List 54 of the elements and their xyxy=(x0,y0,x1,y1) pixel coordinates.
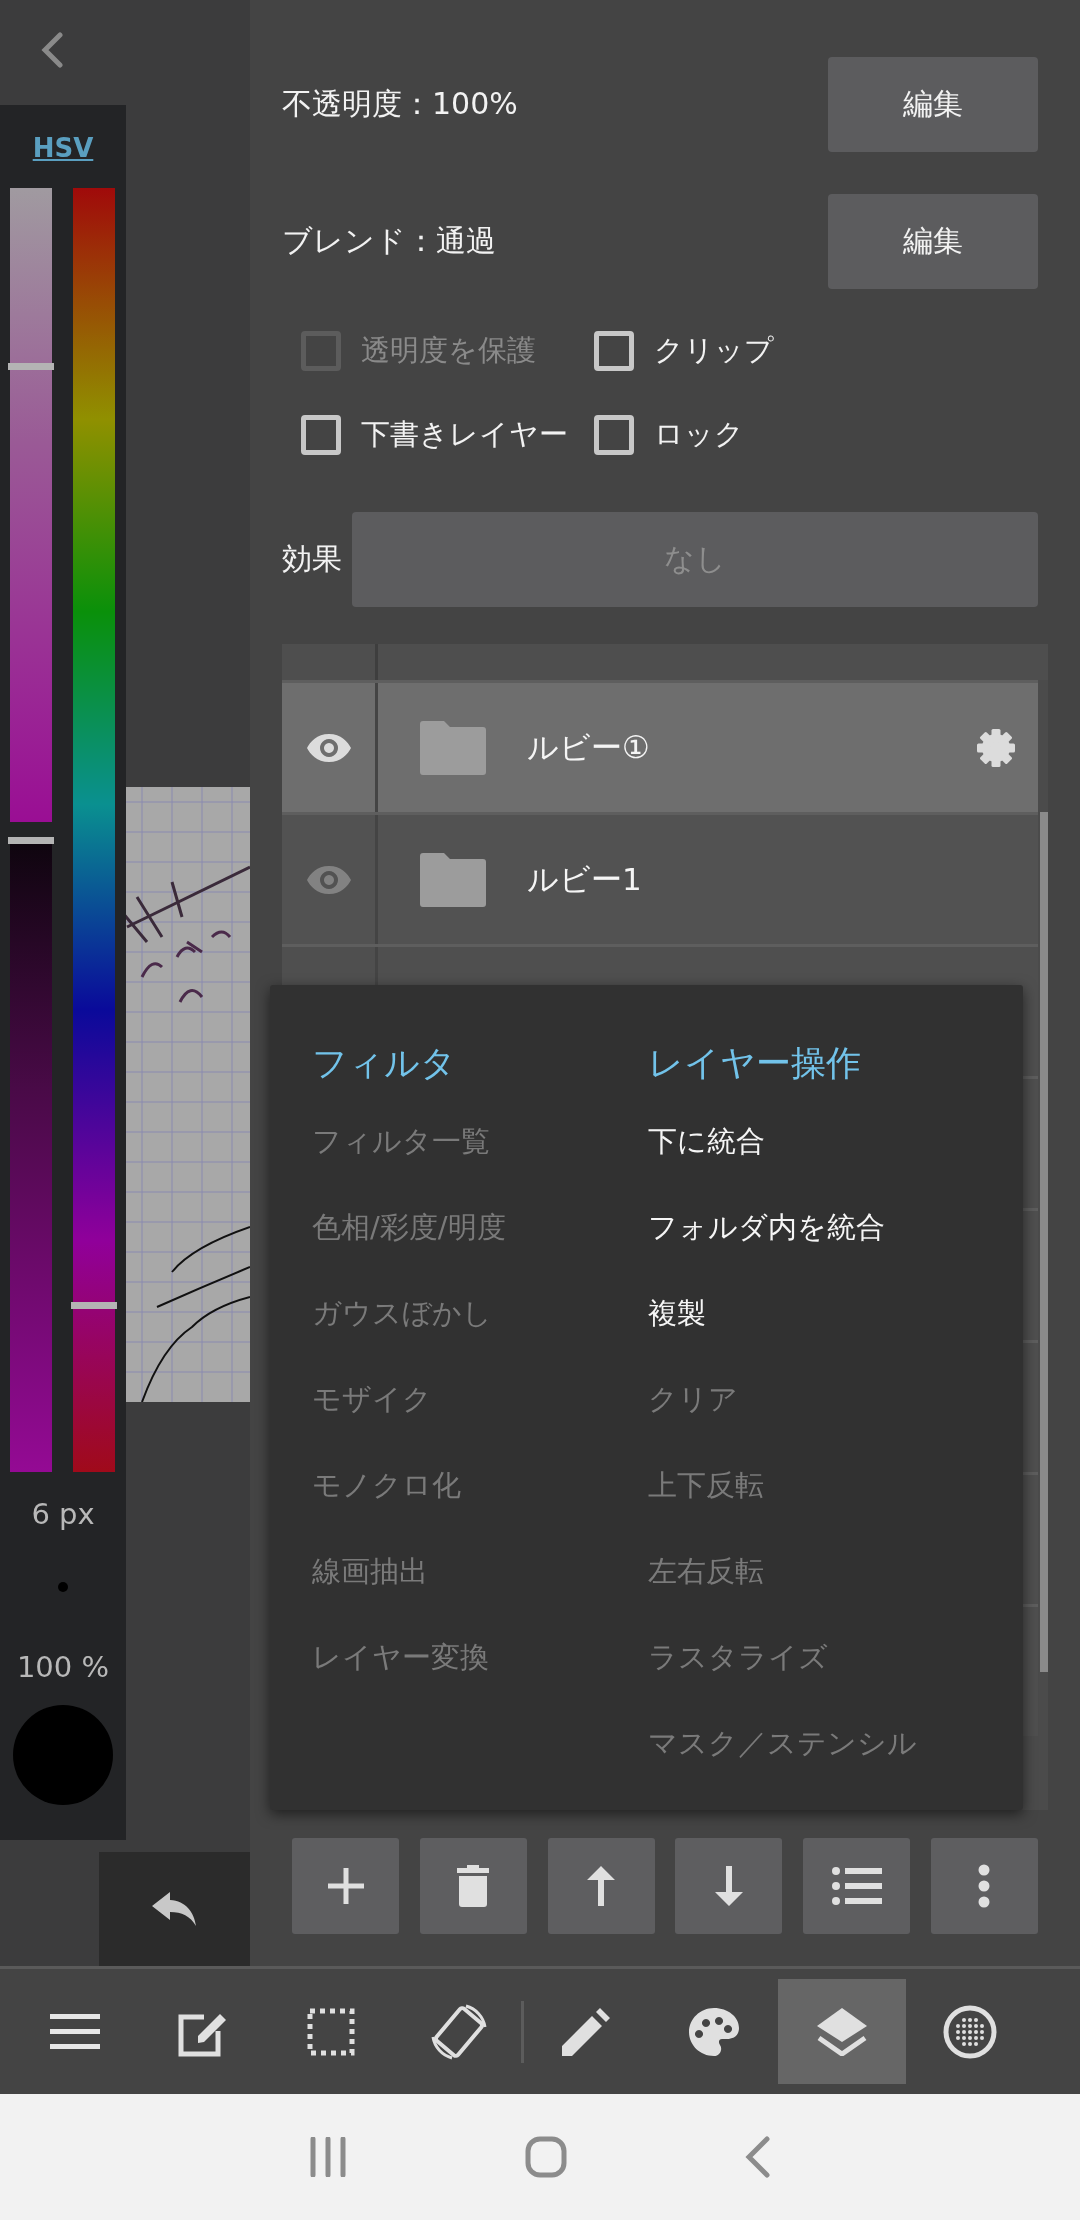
move-up-button[interactable] xyxy=(547,1838,655,1934)
menu-heading: フィルタ xyxy=(312,1042,457,1085)
more-icon xyxy=(978,1864,991,1908)
home-icon[interactable] xyxy=(525,2136,567,2178)
menu-item[interactable]: 下に統合 xyxy=(648,1121,917,1207)
brush-opacity: 100 % xyxy=(16,1650,110,1684)
undo-icon xyxy=(151,1892,198,1926)
layer-row[interactable]: ルビー① xyxy=(282,680,1038,812)
trash-icon xyxy=(457,1865,490,1907)
back-icon[interactable] xyxy=(41,32,63,68)
brush-preview-icon xyxy=(58,1582,68,1592)
edit-button[interactable]: 編集 xyxy=(828,57,1038,152)
menu-icon xyxy=(50,2013,100,2050)
layer-name: ルビー① xyxy=(527,727,651,767)
blend-label: ブレンド：通過 xyxy=(282,222,496,260)
arrow-down-icon xyxy=(714,1866,743,1906)
menu-item[interactable]: 複製 xyxy=(648,1293,917,1379)
menu-item[interactable]: フォルダ内を統合 xyxy=(648,1207,917,1293)
brush-size: 6 px xyxy=(31,1497,95,1531)
plus-icon xyxy=(325,1866,366,1906)
scrollbar[interactable] xyxy=(1040,812,1048,1672)
pencil-icon xyxy=(562,2007,610,2056)
add-layer-button[interactable] xyxy=(292,1838,399,1934)
checkbox-label: 下書きレイヤー xyxy=(361,416,568,453)
folder-icon xyxy=(420,852,486,907)
effect-label: 効果 xyxy=(282,540,342,578)
layer-row[interactable]: ルビー1 xyxy=(282,812,1038,944)
undo-button[interactable] xyxy=(99,1852,250,1966)
folder-icon xyxy=(420,720,486,775)
move-down-button[interactable] xyxy=(675,1838,783,1934)
slider-thumb[interactable] xyxy=(8,837,54,844)
color-mode-link[interactable]: HSV xyxy=(32,131,94,165)
rotate-icon xyxy=(430,2002,488,2061)
layers-icon xyxy=(817,2007,867,2056)
delete-button[interactable] xyxy=(419,1838,527,1934)
opacity-label: 不透明度：100% xyxy=(282,85,518,123)
layer-name: ルビー1 xyxy=(527,859,643,899)
checkbox-label: 透明度を保護 xyxy=(361,332,536,369)
layers-tool[interactable] xyxy=(778,1979,906,2084)
recent-apps-icon[interactable] xyxy=(309,2137,347,2177)
checkbox-label: ロック xyxy=(654,416,744,453)
menu-heading: レイヤー操作 xyxy=(648,1042,862,1085)
list-icon xyxy=(831,1867,882,1905)
arrow-up-icon xyxy=(587,1866,616,1906)
checkbox-label: クリップ xyxy=(654,332,774,369)
list-button[interactable] xyxy=(803,1838,911,1934)
dotted-circle-icon xyxy=(943,2004,997,2059)
selection-icon xyxy=(307,2007,355,2056)
settings-icon[interactable] xyxy=(976,727,1016,768)
back-icon[interactable] xyxy=(745,2136,771,2178)
edit-button[interactable]: 編集 xyxy=(828,194,1038,289)
more-button[interactable] xyxy=(931,1838,1038,1934)
eye-icon[interactable] xyxy=(306,733,351,762)
palette-icon xyxy=(689,2007,739,2056)
